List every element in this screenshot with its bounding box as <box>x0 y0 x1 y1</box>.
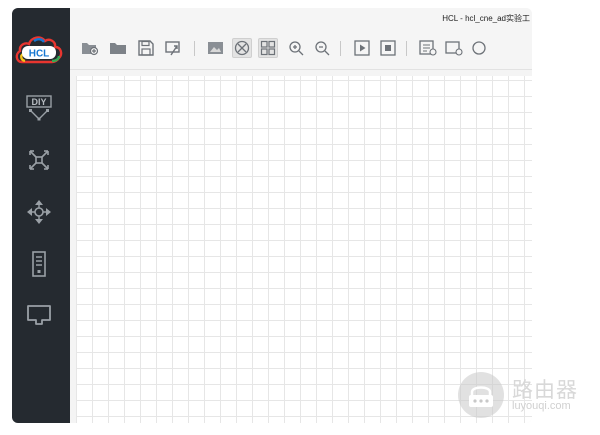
window-title: HCL - hcl_cne_ad实验工 <box>442 14 530 23</box>
toolbar-separator <box>406 41 407 56</box>
router-icon <box>29 150 49 170</box>
toolbar-separator <box>340 41 341 56</box>
start-button[interactable] <box>352 38 372 58</box>
zoom-out-button[interactable] <box>312 38 332 58</box>
console-icon <box>419 40 437 56</box>
new-project-icon <box>82 43 99 56</box>
save-icon <box>138 40 154 56</box>
save-button[interactable] <box>136 38 156 58</box>
grid-view-icon <box>260 40 276 56</box>
app-window: HCL DIY HCL - hcl_cne_ad实验工 <box>12 8 532 423</box>
zoom-in-icon <box>289 41 304 56</box>
diy-label: DIY <box>31 97 46 107</box>
export-button[interactable] <box>164 38 184 58</box>
grid-view-button[interactable] <box>258 38 278 58</box>
start-icon <box>354 40 370 56</box>
host-icon <box>32 251 46 277</box>
sidebar-item-diy[interactable]: DIY <box>21 92 57 124</box>
stop-button[interactable] <box>378 38 398 58</box>
sidebar-item-cable[interactable] <box>21 299 57 331</box>
sidebar-item-switch[interactable] <box>21 196 57 228</box>
watermark: 路由器 luyouqi.com <box>458 372 598 420</box>
open-folder-icon <box>110 43 126 54</box>
capture-button[interactable] <box>444 38 464 58</box>
logo-text: HCL <box>29 49 50 60</box>
watermark-logo <box>458 372 504 418</box>
cable-icon <box>27 305 51 325</box>
console-button[interactable] <box>418 38 438 58</box>
watermark-url: luyouqi.com <box>512 400 571 412</box>
sidebar-item-host[interactable] <box>21 248 57 280</box>
switch-icon <box>27 200 51 224</box>
hcl-logo: HCL <box>14 32 64 68</box>
sidebar-item-router[interactable] <box>21 144 57 176</box>
title-bar: HCL - hcl_cne_ad实验工 <box>70 8 532 30</box>
main-toolbar <box>70 30 532 70</box>
circle-tool-button[interactable] <box>468 38 488 58</box>
export-icon <box>165 41 180 56</box>
device-sidebar: HCL DIY <box>12 8 70 423</box>
zoom-out-icon <box>315 41 330 56</box>
stop-icon <box>380 40 396 56</box>
circle-icon <box>472 41 486 55</box>
zoom-in-button[interactable] <box>286 38 306 58</box>
open-button[interactable] <box>108 38 128 58</box>
toolbar-separator <box>194 41 195 56</box>
screenshot-icon <box>208 42 223 54</box>
screenshot-button[interactable] <box>206 38 226 58</box>
topology-canvas[interactable] <box>76 76 532 423</box>
topology-icon <box>234 40 250 56</box>
new-project-button[interactable] <box>80 38 100 58</box>
topology-button[interactable] <box>232 38 252 58</box>
capture-icon <box>445 41 463 56</box>
diy-icon: DIY <box>26 95 52 121</box>
